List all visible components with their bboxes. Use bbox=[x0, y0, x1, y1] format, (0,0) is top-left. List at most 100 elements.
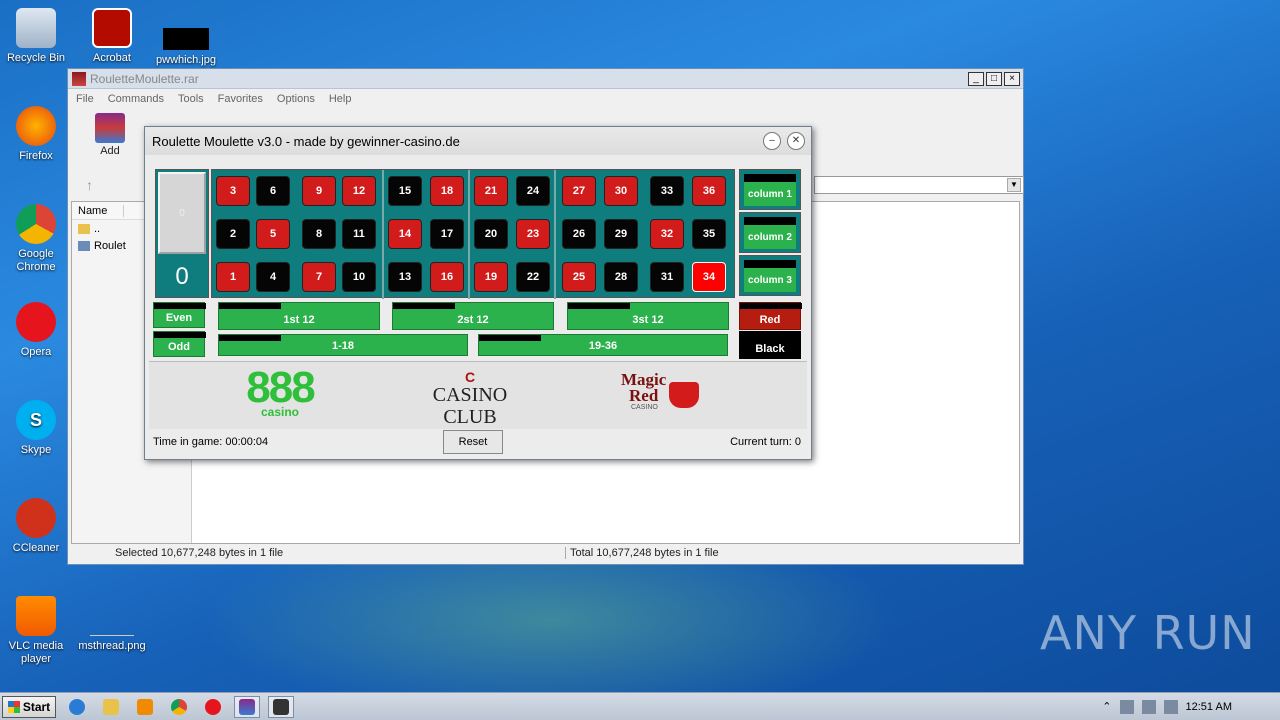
taskbar-media[interactable] bbox=[132, 696, 158, 718]
number-cell[interactable]: 19 bbox=[474, 262, 508, 292]
number-cell[interactable]: 26 bbox=[562, 219, 596, 249]
add-button[interactable]: Add bbox=[88, 113, 132, 157]
menu-favorites[interactable]: Favorites bbox=[218, 93, 263, 105]
number-cell[interactable]: 35 bbox=[692, 219, 726, 249]
volume-icon[interactable] bbox=[1119, 699, 1134, 714]
taskbar-chrome[interactable] bbox=[166, 696, 192, 718]
column-name[interactable]: Name bbox=[72, 204, 124, 217]
tray-expand-icon[interactable]: ⌃ bbox=[1102, 700, 1111, 713]
close-button[interactable]: × bbox=[1004, 71, 1020, 86]
network-icon[interactable] bbox=[1141, 699, 1156, 714]
winrar-titlebar[interactable]: RouletteMoulette.rar _ □ × bbox=[68, 69, 1023, 89]
desktop-icon-recycle-bin[interactable]: Recycle Bin bbox=[0, 8, 72, 65]
number-cell[interactable]: 22 bbox=[516, 262, 550, 292]
column-3-button[interactable]: column 3 bbox=[739, 255, 801, 296]
number-cell[interactable]: 7 bbox=[302, 262, 336, 292]
number-cell[interactable]: 11 bbox=[342, 219, 376, 249]
desktop-icon-pwwhich[interactable]: pwwhich.jpg bbox=[150, 28, 222, 67]
column-1-button[interactable]: column 1 bbox=[739, 169, 801, 210]
number-cell[interactable]: 2 bbox=[216, 219, 250, 249]
clock[interactable]: 12:51 AM bbox=[1186, 701, 1232, 713]
number-cell[interactable]: 20 bbox=[474, 219, 508, 249]
menu-options[interactable]: Options bbox=[277, 93, 315, 105]
low-button[interactable]: 1-18 bbox=[218, 334, 468, 356]
number-cell[interactable]: 9 bbox=[302, 176, 336, 206]
exe-file-icon bbox=[78, 240, 90, 251]
number-cell[interactable]: 4 bbox=[256, 262, 290, 292]
number-cell[interactable]: 32 bbox=[650, 219, 684, 249]
roulette-close-button[interactable]: ✕ bbox=[787, 132, 805, 150]
taskbar-roulette[interactable] bbox=[268, 695, 294, 718]
number-cell[interactable]: 21 bbox=[474, 176, 508, 206]
start-button[interactable]: Start bbox=[2, 695, 56, 718]
maximize-button[interactable]: □ bbox=[986, 71, 1002, 86]
chevron-down-icon[interactable]: ▼ bbox=[1007, 178, 1021, 192]
even-button[interactable]: Even bbox=[153, 302, 206, 328]
number-cell[interactable]: 23 bbox=[516, 219, 550, 249]
number-cell[interactable]: 14 bbox=[388, 219, 422, 249]
desktop-icon-acrobat[interactable]: Acrobat bbox=[76, 8, 148, 65]
number-cell[interactable]: 30 bbox=[604, 176, 638, 206]
dozen-divider bbox=[554, 170, 556, 299]
column-2-button[interactable]: column 2 bbox=[739, 212, 801, 253]
number-cell[interactable]: 8 bbox=[302, 219, 336, 249]
taskbar-opera[interactable] bbox=[200, 696, 226, 718]
taskbar-explorer[interactable] bbox=[98, 696, 124, 718]
flag-icon[interactable] bbox=[1163, 699, 1178, 714]
dozen-2-button[interactable]: 2st 12 bbox=[392, 302, 554, 330]
number-cell[interactable]: 13 bbox=[388, 262, 422, 292]
number-cell[interactable]: 24 bbox=[516, 176, 550, 206]
red-button[interactable]: Red bbox=[739, 302, 802, 330]
number-cell[interactable]: 10 bbox=[342, 262, 376, 292]
logo-casino-club[interactable]: C CASINO CLUB bbox=[405, 370, 535, 428]
taskbar-winrar[interactable] bbox=[234, 695, 260, 718]
dozen-3-button[interactable]: 3st 12 bbox=[567, 302, 729, 330]
desktop-icon-opera[interactable]: Opera bbox=[0, 302, 72, 359]
number-cell[interactable]: 29 bbox=[604, 219, 638, 249]
desktop-icon-chrome[interactable]: Google Chrome bbox=[0, 204, 72, 274]
logo-888-casino[interactable]: 888 casino bbox=[235, 366, 325, 424]
number-cell[interactable]: 6 bbox=[256, 176, 290, 206]
number-cell[interactable]: 3 bbox=[216, 176, 250, 206]
desktop-icon-vlc[interactable]: VLC media player bbox=[0, 596, 72, 666]
high-button[interactable]: 19-36 bbox=[478, 334, 728, 356]
desktop-icon-skype[interactable]: S Skype bbox=[0, 400, 72, 457]
anyrun-watermark: ANY RUN bbox=[1040, 606, 1256, 660]
number-cell[interactable]: 12 bbox=[342, 176, 376, 206]
desktop-icon-firefox[interactable]: Firefox bbox=[0, 106, 72, 163]
dozen-1-button[interactable]: 1st 12 bbox=[218, 302, 380, 330]
logo-magic-red[interactable]: Magic Red CASINO bbox=[619, 368, 709, 424]
number-cell[interactable]: 31 bbox=[650, 262, 684, 292]
menu-commands[interactable]: Commands bbox=[108, 93, 164, 105]
number-cell[interactable]: 33 bbox=[650, 176, 684, 206]
up-arrow-icon[interactable]: ↑ bbox=[86, 177, 93, 193]
number-cell[interactable]: 36 bbox=[692, 176, 726, 206]
roulette-titlebar[interactable]: Roulette Moulette v3.0 - made by gewinne… bbox=[145, 127, 811, 155]
black-button[interactable]: Black bbox=[739, 331, 801, 359]
dozen-1-label: 1st 12 bbox=[283, 314, 315, 326]
path-dropdown[interactable]: ▼ bbox=[814, 176, 1024, 194]
desktop-icon-msthread[interactable]: msthread.png bbox=[76, 612, 148, 653]
number-cell[interactable]: 27 bbox=[562, 176, 596, 206]
roulette-minimize-button[interactable]: – bbox=[763, 132, 781, 150]
odd-button[interactable]: Odd bbox=[153, 331, 206, 357]
number-cell[interactable]: 18 bbox=[430, 176, 464, 206]
number-cell[interactable]: 1 bbox=[216, 262, 250, 292]
vlc-icon bbox=[16, 596, 56, 636]
menu-file[interactable]: File bbox=[76, 93, 94, 105]
number-cell[interactable]: 15 bbox=[388, 176, 422, 206]
number-cell[interactable]: 16 bbox=[430, 262, 464, 292]
number-cell[interactable]: 28 bbox=[604, 262, 638, 292]
menu-help[interactable]: Help bbox=[329, 93, 352, 105]
desktop-icon-ccleaner[interactable]: CCleaner bbox=[0, 498, 72, 555]
taskbar-ie[interactable] bbox=[64, 696, 90, 718]
number-cell[interactable]: 17 bbox=[430, 219, 464, 249]
number-cell[interactable]: 34 bbox=[692, 262, 726, 292]
menu-tools[interactable]: Tools bbox=[178, 93, 204, 105]
number-cell[interactable]: 5 bbox=[256, 219, 290, 249]
reset-button[interactable]: Reset bbox=[443, 430, 503, 454]
zero-bet-button[interactable]: 0 bbox=[158, 172, 206, 254]
minimize-button[interactable]: _ bbox=[968, 71, 984, 86]
winrar-icon bbox=[239, 698, 255, 715]
number-cell[interactable]: 25 bbox=[562, 262, 596, 292]
